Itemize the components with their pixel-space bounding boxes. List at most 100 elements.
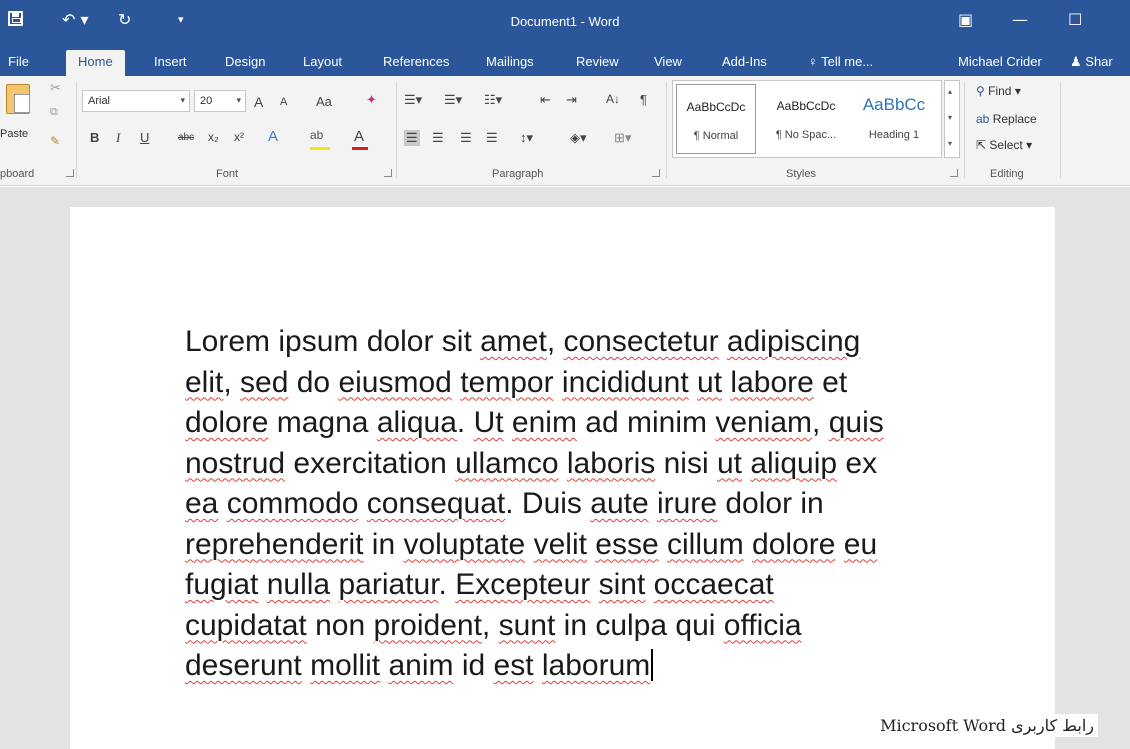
chevron-up-icon[interactable]: ▴ — [948, 87, 952, 96]
user-name[interactable]: Michael Crider — [958, 54, 1042, 69]
styles-scrollbar[interactable]: ▴ ▾ ▾ — [944, 80, 960, 158]
tab-layout[interactable]: Layout — [303, 54, 342, 69]
font-color-button[interactable]: A — [354, 128, 364, 145]
underline-button[interactable]: U — [140, 130, 149, 145]
flagged-word: dolore — [752, 527, 836, 561]
find-button[interactable]: ⚲ Find ▾ — [976, 84, 1021, 98]
italic-button[interactable]: I — [116, 130, 120, 146]
sort-button[interactable]: A↓ — [606, 92, 620, 106]
share-button[interactable]: ♟ Shar — [1070, 54, 1113, 70]
text-run: , — [812, 406, 829, 439]
highlight-button[interactable]: ab — [310, 128, 323, 142]
text-run — [504, 406, 512, 439]
align-right-icon[interactable]: ☰ — [460, 130, 472, 146]
flagged-word: esse — [595, 527, 659, 561]
text-effects-button[interactable]: A — [268, 128, 278, 145]
flagged-word: aliqua — [376, 406, 457, 439]
font-dialog-launcher[interactable] — [384, 169, 392, 177]
paste-icon[interactable] — [6, 84, 30, 114]
style-sample: AaBbCcDc — [686, 100, 746, 114]
strikethrough-button[interactable]: abc — [178, 132, 194, 143]
style-sample: AaBbCc — [862, 95, 926, 114]
flagged-word: fugiat — [185, 568, 259, 601]
flagged-word: laborum — [541, 649, 651, 682]
tab-mailings[interactable]: Mailings — [486, 54, 534, 69]
font-family-value: Arial — [88, 95, 111, 107]
subscript-button[interactable]: x₂ — [208, 130, 219, 144]
clear-formatting-icon[interactable]: ✦ — [366, 92, 377, 108]
tell-me-box[interactable]: ♀ Tell me... — [808, 54, 873, 69]
flagged-word: amet — [480, 325, 547, 358]
tab-view[interactable]: View — [654, 54, 682, 69]
document-body[interactable]: Lorem ipsum dolor sit amet, consectetur … — [185, 322, 965, 687]
minimize-icon[interactable]: — — [1012, 10, 1028, 29]
superscript-button[interactable]: x² — [234, 130, 244, 144]
paragraph-dialog-launcher[interactable] — [652, 169, 660, 177]
flagged-word: Excepteur — [455, 568, 591, 601]
chevron-down-icon[interactable]: ▾ — [948, 113, 952, 122]
ribbon-display-options-icon[interactable]: ▣ — [958, 10, 973, 29]
tab-insert[interactable]: Insert — [154, 54, 187, 69]
increase-indent-icon[interactable]: ⇥ — [566, 92, 577, 108]
decrease-indent-icon[interactable]: ⇤ — [540, 92, 551, 108]
flagged-word: irure — [657, 487, 718, 520]
style-no-spacing[interactable]: AaBbCcDc ¶ No Spac... — [763, 81, 849, 159]
flagged-word: sed — [240, 365, 289, 399]
flagged-word: adipiscing — [726, 325, 861, 358]
flagged-word: proident — [373, 608, 482, 642]
text-run — [659, 528, 667, 561]
replace-icon: ab — [976, 112, 990, 126]
justify-icon[interactable]: ☰ — [486, 130, 498, 146]
align-center-icon[interactable]: ☰ — [432, 130, 444, 146]
cut-icon[interactable]: ✂ — [50, 80, 61, 96]
style-heading-1[interactable]: AaBbCc Heading 1 — [851, 81, 937, 159]
align-left-icon[interactable]: ☰ — [404, 130, 420, 146]
styles-gallery: AaBbCcDc ¶ Normal AaBbCcDc ¶ No Spac... … — [672, 80, 942, 158]
ribbon: Paste ✂ ⧉ ✎ pboard Arial ▾ 20 ▾ A A Aa ✦… — [0, 76, 1130, 186]
tab-file[interactable]: File — [8, 54, 29, 69]
flagged-word: ullamco — [455, 446, 559, 480]
borders-icon[interactable]: ⊞▾ — [614, 130, 631, 146]
multilevel-list-icon[interactable]: ☷▾ — [484, 92, 502, 108]
font-family-dropdown[interactable]: Arial ▾ — [82, 90, 190, 112]
flagged-word: occaecat — [653, 568, 774, 601]
text-run: in — [363, 527, 404, 561]
maximize-icon[interactable]: ☐ — [1068, 10, 1082, 29]
document-line: ea commodo consequat. Duis aute irure do… — [185, 484, 965, 525]
highlight-color-bar — [310, 147, 330, 150]
tab-review[interactable]: Review — [576, 54, 619, 69]
document-line: Lorem ipsum dolor sit amet, consectetur … — [185, 322, 965, 363]
bullets-icon[interactable]: ☰▾ — [404, 92, 422, 108]
group-divider — [964, 82, 965, 178]
text-run — [689, 366, 697, 399]
text-run: et — [813, 365, 848, 399]
replace-button[interactable]: ab Replace — [976, 112, 1037, 126]
shading-icon[interactable]: ◈▾ — [570, 130, 587, 146]
tab-home[interactable]: Home — [66, 50, 125, 78]
flagged-word: incididunt — [561, 365, 689, 399]
numbering-icon[interactable]: ☰▾ — [444, 92, 462, 108]
grow-font-button[interactable]: A — [254, 94, 263, 110]
copy-icon[interactable]: ⧉ — [50, 106, 58, 119]
lightbulb-icon: ♀ — [808, 54, 818, 69]
tab-references[interactable]: References — [383, 54, 449, 69]
tab-add-ins[interactable]: Add-Ins — [722, 54, 767, 69]
text-run — [590, 568, 598, 601]
line-spacing-icon[interactable]: ↕▾ — [520, 130, 533, 146]
shrink-font-button[interactable]: A — [280, 96, 287, 108]
font-size-dropdown[interactable]: 20 ▾ — [194, 90, 246, 112]
style-normal[interactable]: AaBbCcDc ¶ Normal — [676, 84, 756, 154]
tab-design[interactable]: Design — [225, 54, 265, 69]
change-case-button[interactable]: Aa — [316, 94, 332, 109]
text-run — [452, 366, 460, 399]
pointer-icon: ⇱ — [976, 138, 987, 152]
styles-dialog-launcher[interactable] — [950, 169, 958, 177]
show-formatting-button[interactable]: ¶ — [640, 92, 647, 107]
clipboard-dialog-launcher[interactable] — [66, 169, 74, 177]
bold-button[interactable]: B — [90, 130, 99, 145]
more-styles-icon[interactable]: ▾ — [948, 139, 952, 148]
paste-label[interactable]: Paste — [0, 128, 28, 140]
format-painter-icon[interactable]: ✎ — [50, 134, 60, 148]
document-line: reprehenderit in voluptate velit esse ci… — [185, 525, 965, 566]
select-button[interactable]: ⇱ Select ▾ — [976, 138, 1032, 152]
